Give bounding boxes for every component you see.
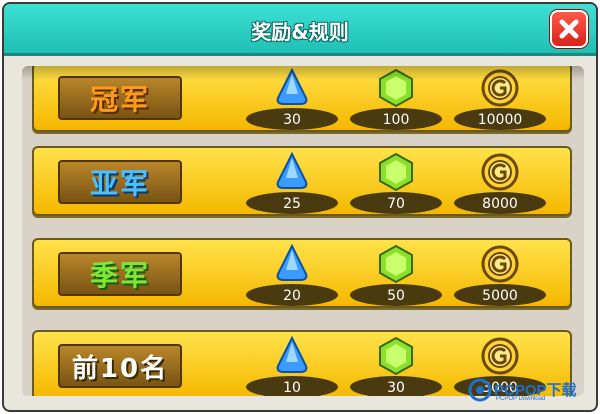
gem-amount: 10: [283, 380, 301, 396]
coin-reward: 8000: [454, 152, 546, 214]
gem-amount: 30: [283, 112, 301, 128]
coin-amount: 5000: [482, 288, 518, 304]
blue-gem-icon: [276, 244, 308, 281]
reward-list[interactable]: 冠军 30 100 10000 亚军 25 70 8000 季军 20 50 5…: [22, 66, 584, 396]
coin-amount: 8000: [482, 196, 518, 212]
reward-row-third: 季军 20 50 5000: [32, 238, 572, 308]
gold-coin-icon: [481, 153, 519, 191]
crystal-amount: 50: [387, 288, 405, 304]
crystal-amount: 70: [387, 196, 405, 212]
dialog-title: 奖励&规则: [251, 20, 349, 44]
pcpop-logo-icon: [468, 378, 492, 402]
crystal-reward: 50: [350, 244, 442, 306]
blue-gem-icon: [276, 152, 308, 189]
watermark-subtext: PCPOP Download: [496, 396, 546, 402]
gem-amount: 25: [283, 196, 301, 212]
close-icon: [559, 19, 579, 39]
green-crystal-icon: [379, 152, 413, 192]
crystal-amount: 100: [382, 112, 410, 128]
green-crystal-icon: [379, 336, 413, 376]
close-button[interactable]: [550, 10, 588, 48]
gem-reward: 20: [246, 244, 338, 306]
green-crystal-icon: [379, 244, 413, 284]
reward-row-runner-up: 亚军 25 70 8000: [32, 146, 572, 216]
rank-label: 季军: [58, 252, 182, 296]
rank-label: 亚军: [58, 160, 182, 204]
coin-reward: 5000: [454, 244, 546, 306]
gold-coin-icon: [481, 337, 519, 375]
rewards-dialog: 奖励&规则 冠军 30 100 10000 亚军 25 70 8000 季军 2…: [2, 2, 598, 412]
gem-reward: 25: [246, 152, 338, 214]
gold-coin-icon: [481, 245, 519, 283]
blue-gem-icon: [276, 336, 308, 373]
crystal-amount: 30: [387, 380, 405, 396]
crystal-reward: 30: [350, 336, 442, 396]
gem-reward: 10: [246, 336, 338, 396]
title-bar: 奖励&规则: [4, 4, 596, 56]
crystal-reward: 70: [350, 152, 442, 214]
rank-label: 前10名: [58, 344, 182, 388]
watermark: PCPOP下载 PCPOP Download: [468, 376, 590, 406]
rank-label: 冠军: [58, 76, 182, 120]
gem-amount: 20: [283, 288, 301, 304]
scroll-top-shadow: [22, 66, 584, 80]
coin-amount: 10000: [477, 112, 523, 128]
